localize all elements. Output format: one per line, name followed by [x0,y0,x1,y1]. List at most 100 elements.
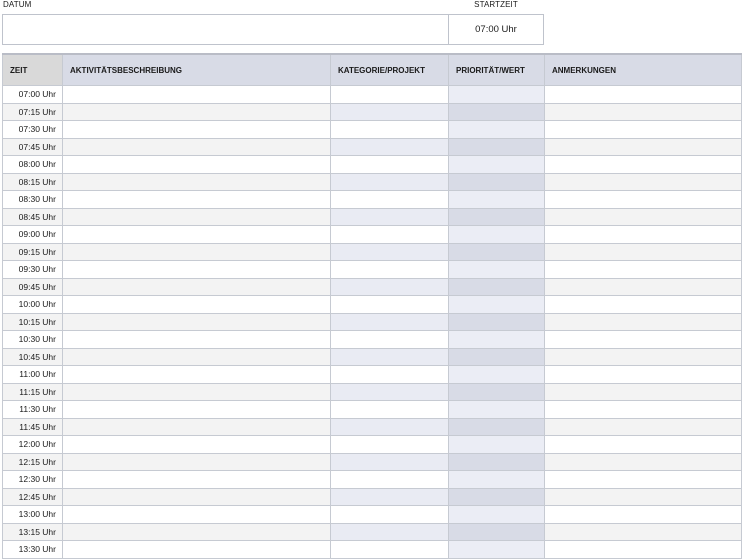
activity-cell[interactable] [62,172,331,191]
activity-cell[interactable] [62,277,331,296]
notes-cell[interactable] [544,85,742,104]
category-cell[interactable] [330,435,449,454]
notes-cell[interactable] [544,452,742,471]
notes-cell[interactable] [544,172,742,191]
category-cell[interactable] [330,540,449,559]
category-cell[interactable] [330,295,449,314]
priority-cell[interactable] [448,470,545,489]
priority-cell[interactable] [448,522,545,541]
priority-cell[interactable] [448,85,545,104]
category-cell[interactable] [330,190,449,209]
priority-cell[interactable] [448,295,545,314]
category-cell[interactable] [330,207,449,226]
activity-cell[interactable] [62,295,331,314]
start-time-field[interactable]: 07:00 Uhr [448,14,544,45]
priority-cell[interactable] [448,347,545,366]
category-cell[interactable] [330,225,449,244]
notes-cell[interactable] [544,295,742,314]
notes-cell[interactable] [544,190,742,209]
priority-cell[interactable] [448,417,545,436]
priority-cell[interactable] [448,400,545,419]
priority-cell[interactable] [448,242,545,261]
activity-cell[interactable] [62,522,331,541]
activity-cell[interactable] [62,312,331,331]
category-cell[interactable] [330,242,449,261]
activity-cell[interactable] [62,137,331,156]
notes-cell[interactable] [544,330,742,349]
notes-cell[interactable] [544,400,742,419]
priority-cell[interactable] [448,277,545,296]
category-cell[interactable] [330,312,449,331]
priority-cell[interactable] [448,190,545,209]
category-cell[interactable] [330,452,449,471]
priority-cell[interactable] [448,365,545,384]
activity-cell[interactable] [62,260,331,279]
notes-cell[interactable] [544,487,742,506]
priority-cell[interactable] [448,172,545,191]
priority-cell[interactable] [448,137,545,156]
activity-cell[interactable] [62,400,331,419]
category-cell[interactable] [330,330,449,349]
notes-cell[interactable] [544,120,742,139]
category-cell[interactable] [330,85,449,104]
activity-cell[interactable] [62,207,331,226]
activity-cell[interactable] [62,365,331,384]
activity-cell[interactable] [62,452,331,471]
notes-cell[interactable] [544,155,742,174]
notes-cell[interactable] [544,277,742,296]
priority-cell[interactable] [448,225,545,244]
priority-cell[interactable] [448,260,545,279]
activity-cell[interactable] [62,487,331,506]
notes-cell[interactable] [544,505,742,524]
activity-cell[interactable] [62,347,331,366]
notes-cell[interactable] [544,540,742,559]
activity-cell[interactable] [62,505,331,524]
activity-cell[interactable] [62,330,331,349]
notes-cell[interactable] [544,312,742,331]
activity-cell[interactable] [62,225,331,244]
priority-cell[interactable] [448,505,545,524]
activity-cell[interactable] [62,242,331,261]
category-cell[interactable] [330,505,449,524]
activity-cell[interactable] [62,155,331,174]
category-cell[interactable] [330,172,449,191]
category-cell[interactable] [330,470,449,489]
priority-cell[interactable] [448,452,545,471]
activity-cell[interactable] [62,190,331,209]
category-cell[interactable] [330,120,449,139]
priority-cell[interactable] [448,102,545,121]
notes-cell[interactable] [544,347,742,366]
notes-cell[interactable] [544,435,742,454]
category-cell[interactable] [330,277,449,296]
activity-cell[interactable] [62,85,331,104]
notes-cell[interactable] [544,470,742,489]
category-cell[interactable] [330,522,449,541]
category-cell[interactable] [330,365,449,384]
activity-cell[interactable] [62,435,331,454]
priority-cell[interactable] [448,435,545,454]
category-cell[interactable] [330,417,449,436]
priority-cell[interactable] [448,540,545,559]
activity-cell[interactable] [62,382,331,401]
date-field[interactable] [2,14,449,45]
notes-cell[interactable] [544,365,742,384]
priority-cell[interactable] [448,487,545,506]
category-cell[interactable] [330,137,449,156]
activity-cell[interactable] [62,470,331,489]
category-cell[interactable] [330,487,449,506]
priority-cell[interactable] [448,330,545,349]
activity-cell[interactable] [62,540,331,559]
activity-cell[interactable] [62,417,331,436]
category-cell[interactable] [330,102,449,121]
priority-cell[interactable] [448,312,545,331]
activity-cell[interactable] [62,102,331,121]
notes-cell[interactable] [544,417,742,436]
activity-cell[interactable] [62,120,331,139]
notes-cell[interactable] [544,522,742,541]
priority-cell[interactable] [448,382,545,401]
category-cell[interactable] [330,260,449,279]
notes-cell[interactable] [544,225,742,244]
notes-cell[interactable] [544,260,742,279]
priority-cell[interactable] [448,155,545,174]
category-cell[interactable] [330,382,449,401]
